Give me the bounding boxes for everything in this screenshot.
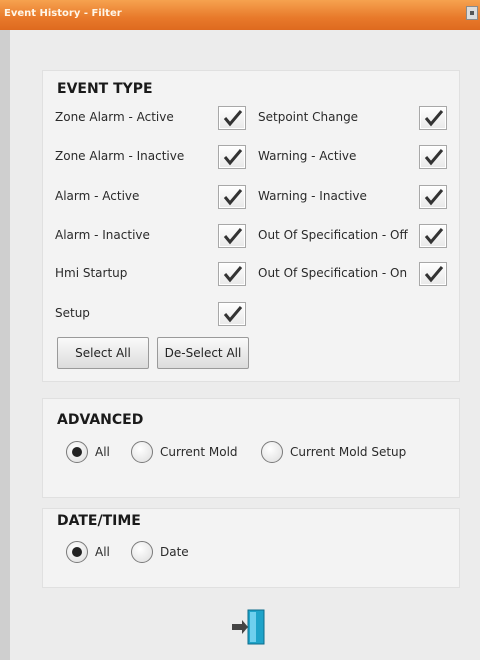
- checkbox-setpoint-change[interactable]: [419, 106, 447, 130]
- select-all-button[interactable]: Select All: [57, 337, 149, 369]
- event-history-filter-window: Event History - Filter EVENT TYPE Zone A…: [0, 0, 480, 660]
- checkmark-icon: [223, 149, 243, 166]
- checkmark-icon: [424, 149, 444, 166]
- checkbox-zone-alarm-inactive[interactable]: [218, 145, 246, 169]
- checkbox-alarm-inactive[interactable]: [218, 224, 246, 248]
- checkmark-icon: [223, 110, 243, 127]
- exit-door-icon: [232, 609, 265, 645]
- exit-button[interactable]: [228, 606, 274, 648]
- label-warning-active: Warning - Active: [258, 149, 357, 163]
- advanced-heading: ADVANCED: [57, 412, 144, 428]
- checkbox-zone-alarm-active[interactable]: [218, 106, 246, 130]
- checkmark-icon: [223, 306, 243, 323]
- radio-current-mold-setup[interactable]: [261, 441, 283, 463]
- radio-date[interactable]: [131, 541, 153, 563]
- label-out-of-spec-on: Out Of Specification - On: [258, 266, 408, 280]
- checkmark-icon: [223, 266, 243, 283]
- checkbox-warning-inactive[interactable]: [419, 185, 447, 209]
- checkbox-warning-active[interactable]: [419, 145, 447, 169]
- deselect-all-button[interactable]: De-Select All: [157, 337, 249, 369]
- checkmark-icon: [424, 228, 444, 245]
- label-zone-alarm-active: Zone Alarm - Active: [55, 110, 174, 124]
- label-current-mold-setup: Current Mold Setup: [290, 445, 407, 459]
- label-date: Date: [160, 545, 189, 559]
- title-bar: Event History - Filter: [0, 0, 480, 30]
- checkbox-hmi-startup[interactable]: [218, 262, 246, 286]
- label-alarm-active: Alarm - Active: [55, 189, 140, 203]
- label-current-mold: Current Mold: [160, 445, 238, 459]
- event-type-heading: EVENT TYPE: [57, 81, 153, 97]
- label-zone-alarm-inactive: Zone Alarm - Inactive: [55, 149, 185, 163]
- checkmark-icon: [424, 189, 444, 206]
- label-alarm-inactive: Alarm - Inactive: [55, 228, 150, 242]
- checkmark-icon: [424, 266, 444, 283]
- window-left-edge: [0, 30, 10, 660]
- datetime-heading: DATE/TIME: [57, 513, 141, 529]
- checkbox-out-of-spec-on[interactable]: [419, 262, 447, 286]
- label-warning-inactive: Warning - Inactive: [258, 189, 367, 203]
- radio-datetime-all[interactable]: [66, 541, 88, 563]
- label-setup: Setup: [55, 306, 90, 320]
- label-hmi-startup: Hmi Startup: [55, 266, 128, 280]
- radio-current-mold[interactable]: [131, 441, 153, 463]
- window-control-button[interactable]: [466, 6, 478, 20]
- checkbox-setup[interactable]: [218, 302, 246, 326]
- label-advanced-all: All: [95, 445, 110, 459]
- checkmark-icon: [424, 110, 444, 127]
- checkmark-icon: [223, 189, 243, 206]
- checkmark-icon: [223, 228, 243, 245]
- label-setpoint-change: Setpoint Change: [258, 110, 359, 124]
- label-datetime-all: All: [95, 545, 110, 559]
- checkbox-alarm-active[interactable]: [218, 185, 246, 209]
- checkbox-out-of-spec-off[interactable]: [419, 224, 447, 248]
- label-out-of-spec-off: Out Of Specification - Off: [258, 228, 408, 242]
- window-title: Event History - Filter: [4, 8, 122, 19]
- radio-advanced-all[interactable]: [66, 441, 88, 463]
